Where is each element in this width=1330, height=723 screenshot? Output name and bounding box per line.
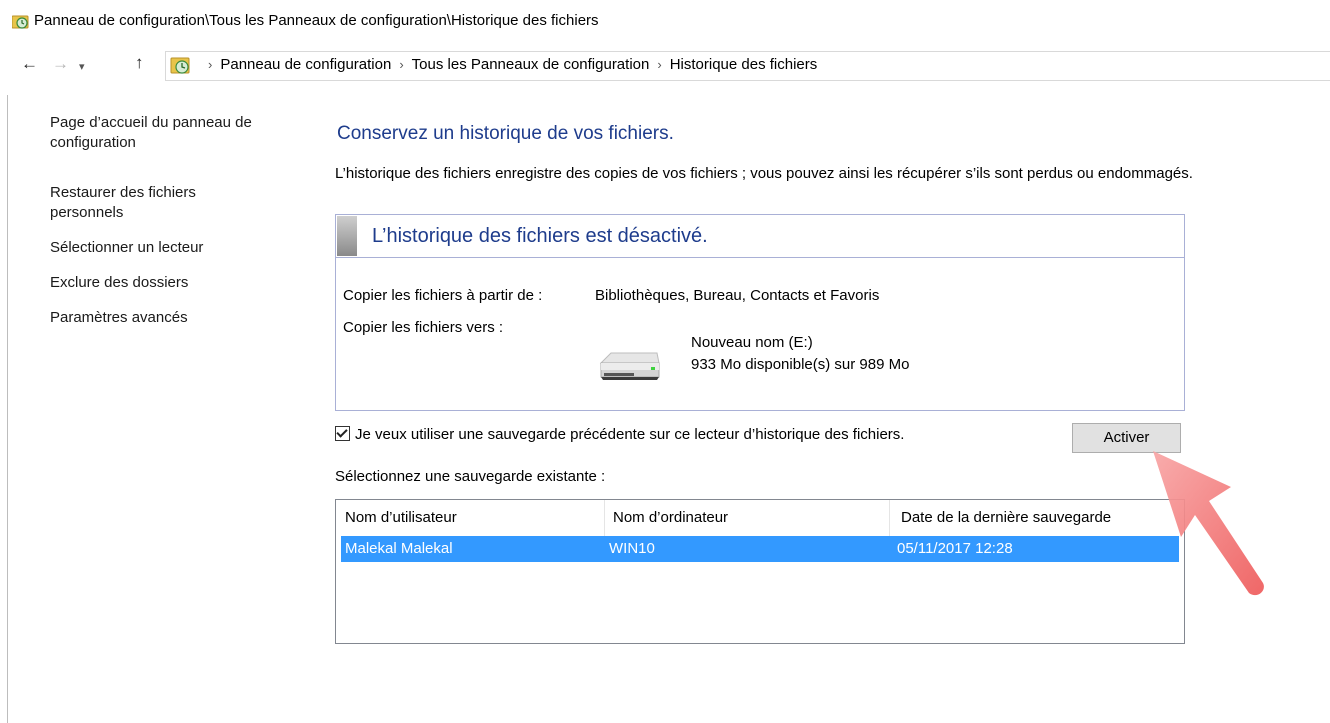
use-previous-backup-option[interactable]: Je veux utiliser une sauvegarde précéden… — [335, 426, 904, 443]
breadcrumb-separator-icon: › — [208, 57, 213, 72]
backup-list[interactable]: Nom d’utilisateur Nom d’ordinateur Date … — [335, 499, 1185, 644]
window-left-border — [7, 95, 8, 723]
page-description: L’historique des fichiers enregistre des… — [335, 165, 1193, 182]
column-divider[interactable] — [889, 500, 890, 536]
status-title: L’historique des fichiers est désactivé. — [372, 225, 708, 247]
drive-space: 933 Mo disponible(s) sur 989 Mo — [691, 356, 910, 373]
status-panel: L’historique des fichiers est désactivé.… — [335, 214, 1185, 411]
control-panel-icon — [170, 57, 190, 74]
column-header-last-backup-date[interactable]: Date de la dernière sauvegarde — [892, 500, 1182, 536]
sidebar-item-restore-personal-files[interactable]: Restaurer des fichiers personnels — [50, 183, 230, 223]
sidebar-item-control-panel-home[interactable]: Page d’accueil du panneau de configurati… — [50, 113, 290, 153]
select-backup-label: Sélectionnez une sauvegarde existante : — [335, 468, 606, 485]
breadcrumb-item-all-control-panels[interactable]: Tous les Panneaux de configuration — [412, 56, 650, 73]
address-bar: ← → ▾ ↑ › Panneau de configuration › Tous l… — [0, 48, 1330, 82]
backup-row-date: 05/11/2017 12:28 — [897, 540, 1013, 557]
recent-locations-chevron-icon[interactable]: ▾ — [79, 57, 85, 77]
copy-from-value: Bibliothèques, Bureau, Contacts et Favor… — [595, 287, 880, 304]
copy-from-label: Copier les fichiers à partir de : — [343, 287, 543, 304]
use-previous-backup-checkbox[interactable] — [335, 426, 350, 441]
breadcrumb-item-file-history[interactable]: Historique des fichiers — [670, 56, 818, 73]
address-field[interactable]: › Panneau de configuration › Tous les Panne… — [165, 51, 1330, 81]
sidebar-item-advanced-settings[interactable]: Paramètres avancés — [50, 308, 290, 328]
forward-arrow-icon[interactable]: → — [52, 54, 69, 74]
column-header-computer[interactable]: Nom d’ordinateur — [604, 500, 889, 536]
backup-row-computer: WIN10 — [609, 540, 655, 557]
file-history-icon — [12, 15, 29, 29]
backup-row[interactable]: Malekal Malekal WIN10 05/11/2017 12:28 — [341, 536, 1179, 562]
window-title: Panneau de configuration\Tous les Pannea… — [34, 12, 599, 29]
back-arrow-icon[interactable]: ← — [21, 54, 38, 74]
status-header: L’historique des fichiers est désactivé. — [336, 215, 1184, 258]
annotation-arrow-icon — [1153, 451, 1264, 596]
backup-row-username: Malekal Malekal — [345, 540, 453, 557]
up-arrow-icon[interactable]: ↑ — [135, 53, 144, 73]
breadcrumb: › Panneau de configuration › Tous les Panne… — [200, 56, 817, 73]
window-titlebar: Panneau de configuration\Tous les Pannea… — [0, 0, 1330, 42]
sidebar-item-select-drive[interactable]: Sélectionner un lecteur — [50, 238, 290, 258]
status-indicator — [337, 216, 357, 256]
drive-icon — [599, 352, 660, 380]
page-title: Conservez un historique de vos fichiers. — [337, 123, 674, 144]
use-previous-backup-label: Je veux utiliser une sauvegarde précéden… — [355, 426, 905, 443]
drive-name: Nouveau nom (E:) — [691, 334, 813, 351]
copy-to-label: Copier les fichiers vers : — [343, 319, 504, 336]
breadcrumb-separator-icon: › — [399, 57, 404, 72]
backup-list-header: Nom d’utilisateur Nom d’ordinateur Date … — [336, 500, 1184, 536]
column-header-username[interactable]: Nom d’utilisateur — [336, 500, 596, 536]
breadcrumb-separator-icon: › — [657, 57, 662, 72]
sidebar-item-exclude-folders[interactable]: Exclure des dossiers — [50, 273, 290, 293]
breadcrumb-item-control-panel[interactable]: Panneau de configuration — [220, 56, 391, 73]
